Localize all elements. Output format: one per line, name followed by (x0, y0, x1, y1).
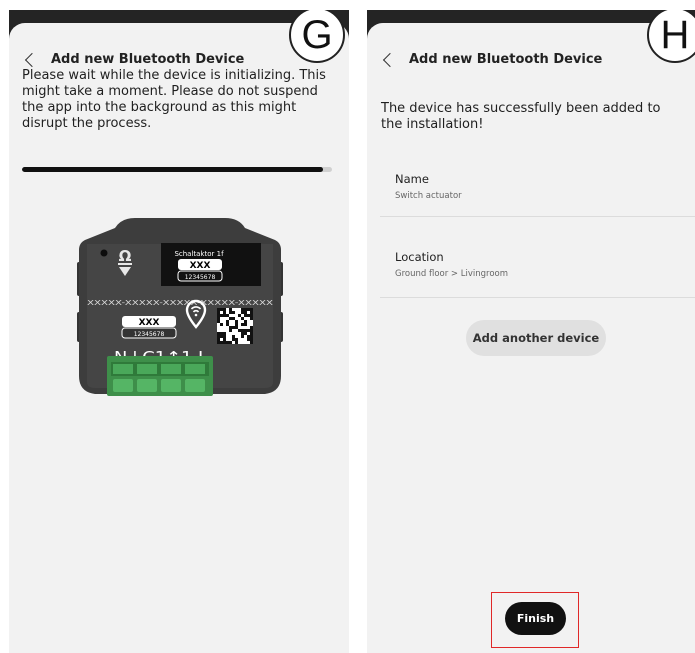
header-title: Add new Bluetooth Device (409, 51, 603, 67)
progress-bar (22, 167, 332, 172)
name-label: Name (395, 172, 429, 186)
device-id-string: XXXXX-XXXXX-XXXXX-XXXXX-XXXXX (87, 298, 273, 307)
success-message: The device has successfully been added t… (381, 101, 661, 132)
chevron-left-icon[interactable] (24, 52, 40, 67)
qr-code-icon (217, 308, 253, 344)
device-top-serial: 12345678 (185, 274, 216, 281)
header-title: Add new Bluetooth Device (51, 51, 245, 67)
screen-h-phone: Add new Bluetooth Device The device has … (367, 10, 695, 653)
device-top-code: XXX (190, 261, 211, 271)
finish-highlight: Finish (491, 592, 579, 648)
initializing-message: Please wait while the device is initiali… (22, 68, 326, 131)
device-side-code: XXX (139, 318, 160, 328)
location-field: Location Ground floor > Livingroom (380, 238, 695, 298)
location-label: Location (395, 250, 444, 264)
location-value: Ground floor > Livingroom (395, 269, 509, 279)
screen-h-header: Add new Bluetooth Device (382, 45, 603, 73)
name-value: Switch actuator (395, 191, 462, 201)
device-top-label: Schaltaktor 1f (174, 250, 224, 258)
screen-g-phone: Add new Bluetooth Device Please wait whi… (9, 10, 349, 653)
screen-h: Add new Bluetooth Device The device has … (367, 23, 695, 653)
name-field: Name Switch actuator (380, 160, 695, 217)
add-another-device-button[interactable]: Add another device (466, 320, 606, 356)
screen-g: Add new Bluetooth Device Please wait whi… (9, 23, 349, 653)
progress-fill (22, 167, 323, 172)
chevron-left-icon[interactable] (382, 52, 398, 67)
device-side-serial: 12345678 (134, 331, 165, 338)
svg-text:Ω: Ω (119, 247, 132, 265)
device-image: Ω Schaltaktor 1f XXX 12345678 XXXXX-XXXX… (77, 216, 283, 399)
finish-button[interactable]: Finish (505, 602, 566, 635)
